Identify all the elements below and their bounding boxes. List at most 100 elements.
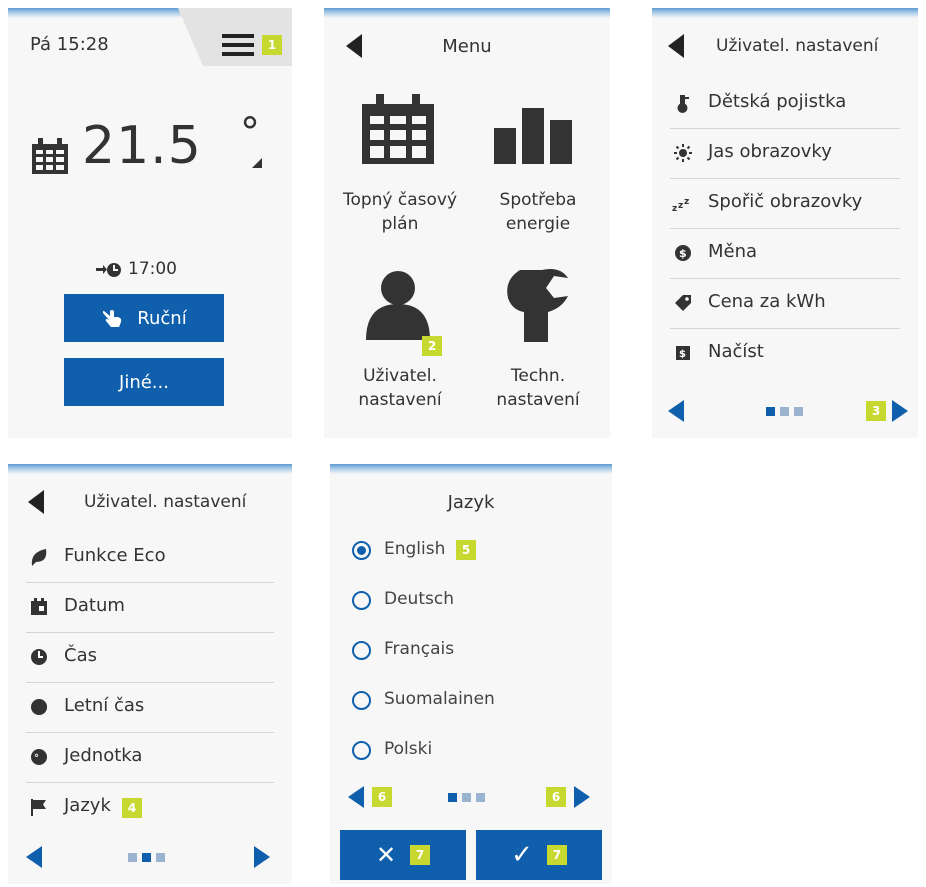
cancel-button[interactable]: ✕ 7 xyxy=(340,830,466,880)
language-label: Polski xyxy=(384,739,433,759)
settings-item-label: Měna xyxy=(708,241,758,262)
svg-text:$: $ xyxy=(679,349,686,360)
prev-page-button[interactable] xyxy=(26,846,42,868)
settings-item-unit[interactable]: ° Jednotka xyxy=(26,732,274,783)
hamburger-icon xyxy=(222,34,254,56)
user-settings-screen-1: Uživatel. nastavení Dětská pojistka Jas … xyxy=(652,8,918,438)
page-title: Uživatel. nastavení xyxy=(716,36,879,56)
menu-item-label: plán xyxy=(381,214,419,234)
next-arrow-icon xyxy=(574,786,590,808)
menu-item-technical-settings[interactable]: Techn. nastavení xyxy=(474,269,602,420)
menu-item-schedule[interactable]: Topný časový plán xyxy=(336,90,464,240)
back-button[interactable] xyxy=(668,34,684,58)
radio-button[interactable] xyxy=(352,591,371,610)
settings-item-label: Spořič obrazovky xyxy=(708,191,863,212)
degree-unit-icon: ° xyxy=(31,749,47,765)
svg-text:z: z xyxy=(684,197,689,207)
calendar-icon xyxy=(30,136,70,176)
settings-item-eco[interactable]: Funkce Eco xyxy=(26,532,274,583)
user-settings-screen-2: Uživatel. nastavení Funkce Eco Datum Čas… xyxy=(8,464,292,884)
confirm-button[interactable]: ✓ 7 xyxy=(476,830,602,880)
back-button[interactable] xyxy=(28,490,44,514)
currency-icon: $ xyxy=(675,245,691,261)
settings-item-label: Jazyk xyxy=(64,795,111,816)
next-page-button[interactable] xyxy=(574,786,590,808)
current-temperature[interactable]: 21.5 xyxy=(82,116,202,176)
callout-badge-3: 3 xyxy=(866,401,886,421)
settings-item-label: Jednotka xyxy=(64,745,143,766)
radio-button[interactable] xyxy=(352,691,371,710)
date-time: Pá 15:28 xyxy=(30,34,109,55)
settings-item-price-kwh[interactable]: Cena za kWh xyxy=(670,278,900,329)
top-gradient xyxy=(652,8,918,18)
next-page-button[interactable] xyxy=(892,400,908,422)
settings-item-dst[interactable]: Letní čas xyxy=(26,682,274,733)
menu-item-energy[interactable]: Spotřeba energie xyxy=(474,90,602,240)
settings-item-load[interactable]: $ Načíst xyxy=(670,328,900,368)
page-title: Menu xyxy=(442,36,492,57)
sleep-icon: z z z xyxy=(672,197,689,214)
language-label: Français xyxy=(384,639,455,659)
radio-button-selected[interactable] xyxy=(352,541,371,560)
callout-badge-7: 7 xyxy=(410,845,431,865)
settings-item-label: Letní čas xyxy=(64,695,145,716)
settings-item-currency[interactable]: $ Měna xyxy=(670,228,900,279)
callout-badge-4: 4 xyxy=(122,798,142,818)
other-button[interactable]: Jiné... xyxy=(64,358,224,406)
settings-item-label: Dětská pojistka xyxy=(708,91,847,112)
menu-item-user-settings[interactable]: 2 Uživatel. nastavení xyxy=(336,270,464,420)
callout-badge-1: 1 xyxy=(262,35,282,55)
page-indicator xyxy=(766,407,803,416)
prev-page-button[interactable] xyxy=(668,400,684,422)
settings-item-label: Načíst xyxy=(708,341,764,362)
leaf-icon xyxy=(31,549,47,566)
manual-button[interactable]: Ruční xyxy=(64,294,224,342)
thermometer-icon xyxy=(677,95,689,113)
settings-item-language[interactable]: Jazyk 4 xyxy=(26,782,274,826)
next-page-button[interactable] xyxy=(254,846,270,868)
svg-text:z: z xyxy=(678,201,683,211)
sun-icon xyxy=(674,144,692,162)
language-option-francais[interactable]: Français xyxy=(330,628,612,672)
menu-button[interactable] xyxy=(222,34,254,56)
page-indicator xyxy=(448,793,485,802)
settings-item-brightness[interactable]: Jas obrazovky xyxy=(670,128,900,179)
svg-text:z: z xyxy=(672,204,677,214)
degree-symbol: ° xyxy=(240,110,260,156)
menu-item-label: nastavení xyxy=(496,390,580,410)
home-screen: Pá 15:28 1 21.5 ° 17:00 Ruční Jiné... xyxy=(8,8,292,438)
radio-button[interactable] xyxy=(352,741,371,760)
svg-text:$: $ xyxy=(679,247,687,260)
page-title: Jazyk xyxy=(447,492,495,513)
next-event-icon xyxy=(96,262,122,278)
user-icon xyxy=(366,271,430,340)
callout-badge-5: 5 xyxy=(456,540,476,560)
menu-item-label: Spotřeba xyxy=(499,190,577,210)
prev-page-button[interactable] xyxy=(348,786,364,808)
settings-item-label: Cena za kWh xyxy=(708,291,826,312)
language-label: Deutsch xyxy=(384,589,454,609)
radio-button[interactable] xyxy=(352,641,371,660)
settings-item-child-lock[interactable]: Dětská pojistka xyxy=(670,78,900,129)
prev-arrow-icon xyxy=(668,400,684,422)
settings-item-date[interactable]: Datum xyxy=(26,582,274,633)
clock-icon xyxy=(31,649,47,665)
settings-item-screensaver[interactable]: z z z Spořič obrazovky xyxy=(670,178,900,229)
settings-item-time[interactable]: Čas xyxy=(26,632,274,683)
next-arrow-icon xyxy=(892,400,908,422)
language-option-deutsch[interactable]: Deutsch xyxy=(330,578,612,622)
menu-screen: Menu Topný časový plán Spotřeba energie xyxy=(324,8,610,438)
check-icon: ✓ xyxy=(511,840,533,870)
prev-arrow-icon xyxy=(26,846,42,868)
language-option-english[interactable]: English 5 xyxy=(330,528,612,572)
next-arrow-icon xyxy=(254,846,270,868)
half-circle-icon xyxy=(31,699,47,715)
language-option-suomalainen[interactable]: Suomalainen xyxy=(330,678,612,722)
callout-badge-6: 6 xyxy=(546,787,566,807)
settings-item-label: Jas obrazovky xyxy=(708,141,832,162)
close-icon: ✕ xyxy=(375,841,397,869)
language-screen: Jazyk English 5 Deutsch Français Suomala… xyxy=(330,464,612,884)
menu-item-label: Topný časový xyxy=(342,190,458,210)
prev-arrow-icon xyxy=(348,786,364,808)
language-option-polski[interactable]: Polski xyxy=(330,728,612,772)
